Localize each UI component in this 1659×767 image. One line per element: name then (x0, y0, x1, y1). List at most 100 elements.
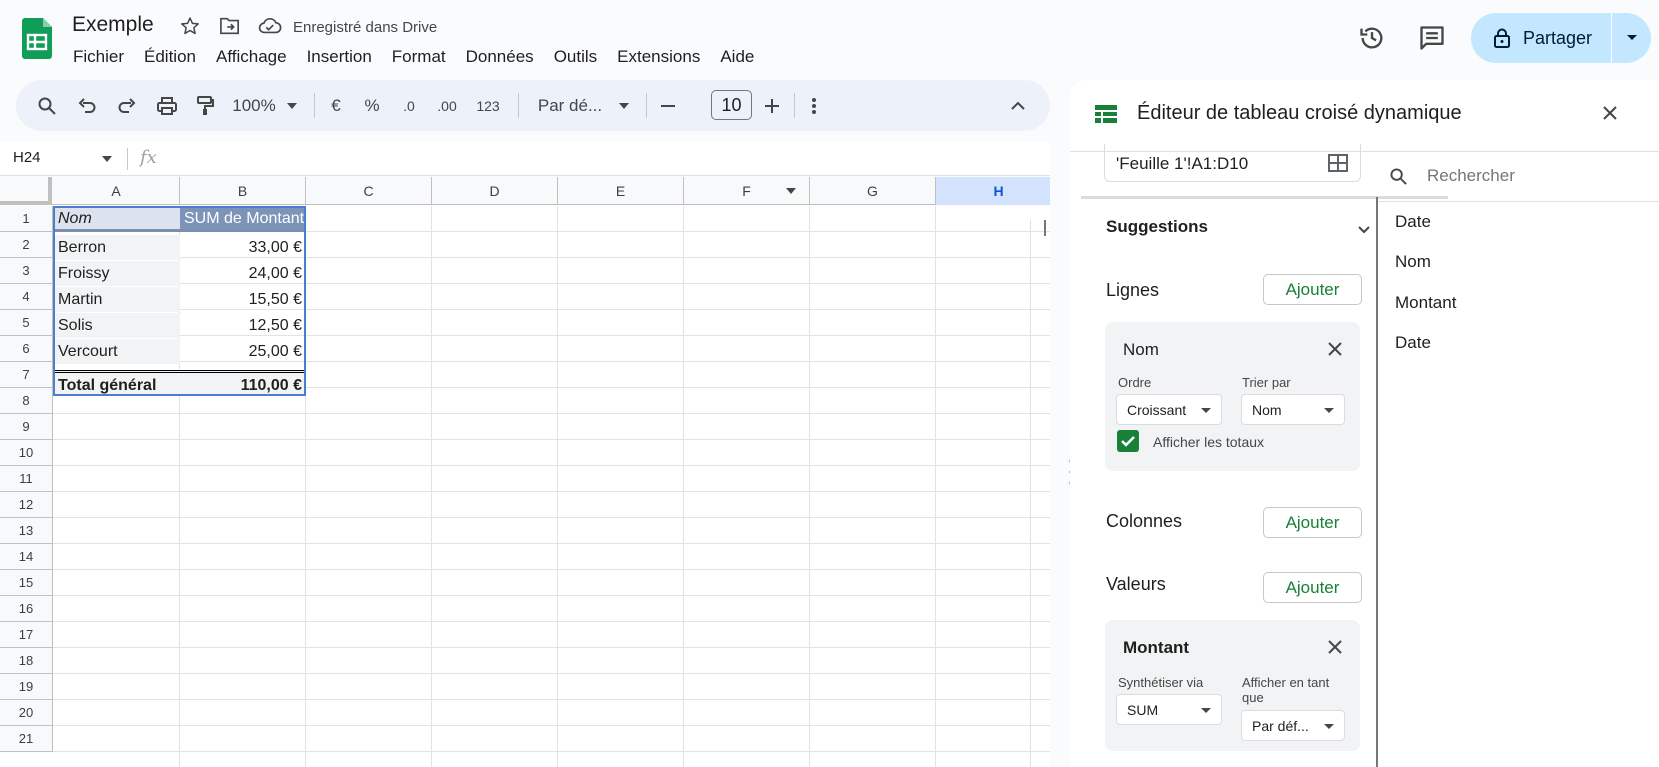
scroll-indicator[interactable] (1044, 220, 1046, 236)
row-header[interactable]: 21 (0, 726, 53, 752)
column-header-a[interactable]: A (53, 177, 180, 205)
spreadsheet-grid[interactable]: A B C D E F G H 1 2 3 4 5 6 7 8 9 10 11 12 13 14 15 16 1… (0, 177, 1050, 767)
menu-bar: Fichier Édition Affichage Insertion Form… (63, 46, 764, 68)
suggestions-label[interactable]: Suggestions (1106, 217, 1208, 237)
menu-edit[interactable]: Édition (134, 46, 206, 68)
menu-tools[interactable]: Outils (544, 46, 607, 68)
menu-view[interactable]: Affichage (206, 46, 297, 68)
sort-by-select[interactable]: Nom (1241, 394, 1345, 425)
fx-icon: fx (140, 147, 157, 168)
row-header[interactable]: 10 (0, 440, 53, 466)
row-header[interactable]: 6 (0, 336, 53, 362)
row-header[interactable]: 14 (0, 544, 53, 570)
row-header[interactable]: 13 (0, 518, 53, 544)
column-headers: A B C D E F G H (0, 177, 1050, 205)
format-currency-button[interactable]: € (324, 80, 348, 131)
row-header[interactable]: 17 (0, 622, 53, 648)
show-as-select[interactable]: Par déf... (1241, 710, 1345, 741)
row-header[interactable]: 16 (0, 596, 53, 622)
font-select[interactable]: Par dé... (530, 80, 610, 131)
redo-icon[interactable] (114, 80, 140, 131)
share-button[interactable]: Partager (1471, 13, 1611, 63)
close-icon[interactable] (1603, 106, 1617, 120)
row-header[interactable]: 11 (0, 466, 53, 492)
row-header[interactable]: 12 (0, 492, 53, 518)
vertical-scrollbar-track[interactable] (1030, 220, 1050, 767)
row-header[interactable]: 9 (0, 414, 53, 440)
rows-section-label: Lignes (1106, 280, 1160, 300)
decrease-font-size-icon[interactable] (658, 80, 678, 131)
chevron-down-icon[interactable] (1358, 226, 1370, 234)
show-totals-checkbox[interactable] (1117, 430, 1139, 452)
row-header[interactable]: 3 (0, 258, 53, 284)
search-menus-icon[interactable] (34, 80, 60, 131)
row-header[interactable]: 1 (0, 206, 53, 232)
zoom-dropdown-icon[interactable] (282, 80, 302, 131)
save-status: Enregistré dans Drive (293, 19, 438, 36)
menu-file[interactable]: Fichier (63, 46, 134, 68)
version-history-icon[interactable] (1358, 24, 1386, 52)
number-format-button[interactable]: 123 (472, 80, 504, 131)
menu-help[interactable]: Aide (710, 46, 764, 68)
share-options-dropdown[interactable] (1612, 34, 1651, 42)
field-search[interactable]: Rechercher (1378, 152, 1659, 202)
font-dropdown-icon[interactable] (614, 80, 634, 131)
star-icon[interactable] (180, 16, 200, 36)
format-percent-button[interactable]: % (360, 80, 384, 131)
more-options-icon[interactable] (804, 80, 824, 131)
add-value-button[interactable]: Ajouter (1263, 572, 1362, 603)
column-header-h[interactable]: H (936, 177, 1050, 205)
row-header[interactable]: 20 (0, 700, 53, 726)
column-header-b[interactable]: B (180, 177, 306, 205)
column-header-c[interactable]: C (306, 177, 432, 205)
remove-value-field-icon[interactable] (1328, 640, 1342, 654)
add-column-button[interactable]: Ajouter (1263, 507, 1362, 538)
field-item-date[interactable]: Date (1395, 212, 1431, 232)
remove-row-field-icon[interactable] (1328, 342, 1342, 356)
field-item-nom[interactable]: Nom (1395, 252, 1431, 272)
column-header-e[interactable]: E (558, 177, 684, 205)
cloud-saved-icon[interactable] (258, 16, 282, 36)
name-box[interactable]: H24 (13, 149, 41, 166)
row-header[interactable]: 8 (0, 388, 53, 414)
row-header[interactable]: 2 (0, 232, 53, 258)
undo-icon[interactable] (74, 80, 100, 131)
menu-extensions[interactable]: Extensions (607, 46, 710, 68)
increase-decimal-label: .00 (437, 97, 457, 114)
comments-icon[interactable] (1418, 24, 1446, 52)
menu-data[interactable]: Données (456, 46, 544, 68)
field-item-date-2[interactable]: Date (1395, 333, 1431, 353)
decrease-decimal-button[interactable]: .0 (394, 80, 424, 131)
summarize-by-select[interactable]: SUM (1116, 694, 1222, 725)
column-header-d[interactable]: D (432, 177, 558, 205)
row-header[interactable]: 19 (0, 674, 53, 700)
menu-insert[interactable]: Insertion (297, 46, 382, 68)
row-header[interactable]: 7 (0, 362, 53, 388)
add-row-button[interactable]: Ajouter (1263, 274, 1362, 305)
search-icon (1390, 168, 1407, 185)
name-box-dropdown-icon[interactable] (102, 156, 112, 162)
column-header-g[interactable]: G (810, 177, 936, 205)
menu-format[interactable]: Format (382, 46, 456, 68)
zoom-select[interactable]: 100% (224, 80, 284, 131)
move-folder-icon[interactable] (219, 16, 241, 36)
sheets-logo[interactable] (22, 18, 52, 59)
paint-format-icon[interactable] (192, 80, 218, 131)
field-item-montant[interactable]: Montant (1395, 293, 1456, 313)
filter-dropdown-icon[interactable] (786, 188, 796, 194)
collapse-toolbar-icon[interactable] (1006, 80, 1030, 131)
row-header[interactable]: 18 (0, 648, 53, 674)
print-icon[interactable] (154, 80, 180, 131)
row-header[interactable]: 4 (0, 284, 53, 310)
row-header[interactable]: 15 (0, 570, 53, 596)
increase-decimal-button[interactable]: .00 (430, 80, 464, 131)
data-range-field[interactable]: 'Feuille 1'!A1:D10 (1104, 144, 1361, 182)
formula-bar: H24 fx (0, 141, 1050, 176)
font-size-input[interactable]: 10 (711, 90, 752, 120)
order-select[interactable]: Croissant (1116, 394, 1222, 425)
row-header[interactable]: 5 (0, 310, 53, 336)
select-range-icon[interactable] (1328, 154, 1348, 172)
increase-font-size-icon[interactable] (762, 80, 782, 131)
select-all-corner[interactable] (0, 177, 52, 205)
document-title[interactable]: Exemple (72, 13, 154, 37)
